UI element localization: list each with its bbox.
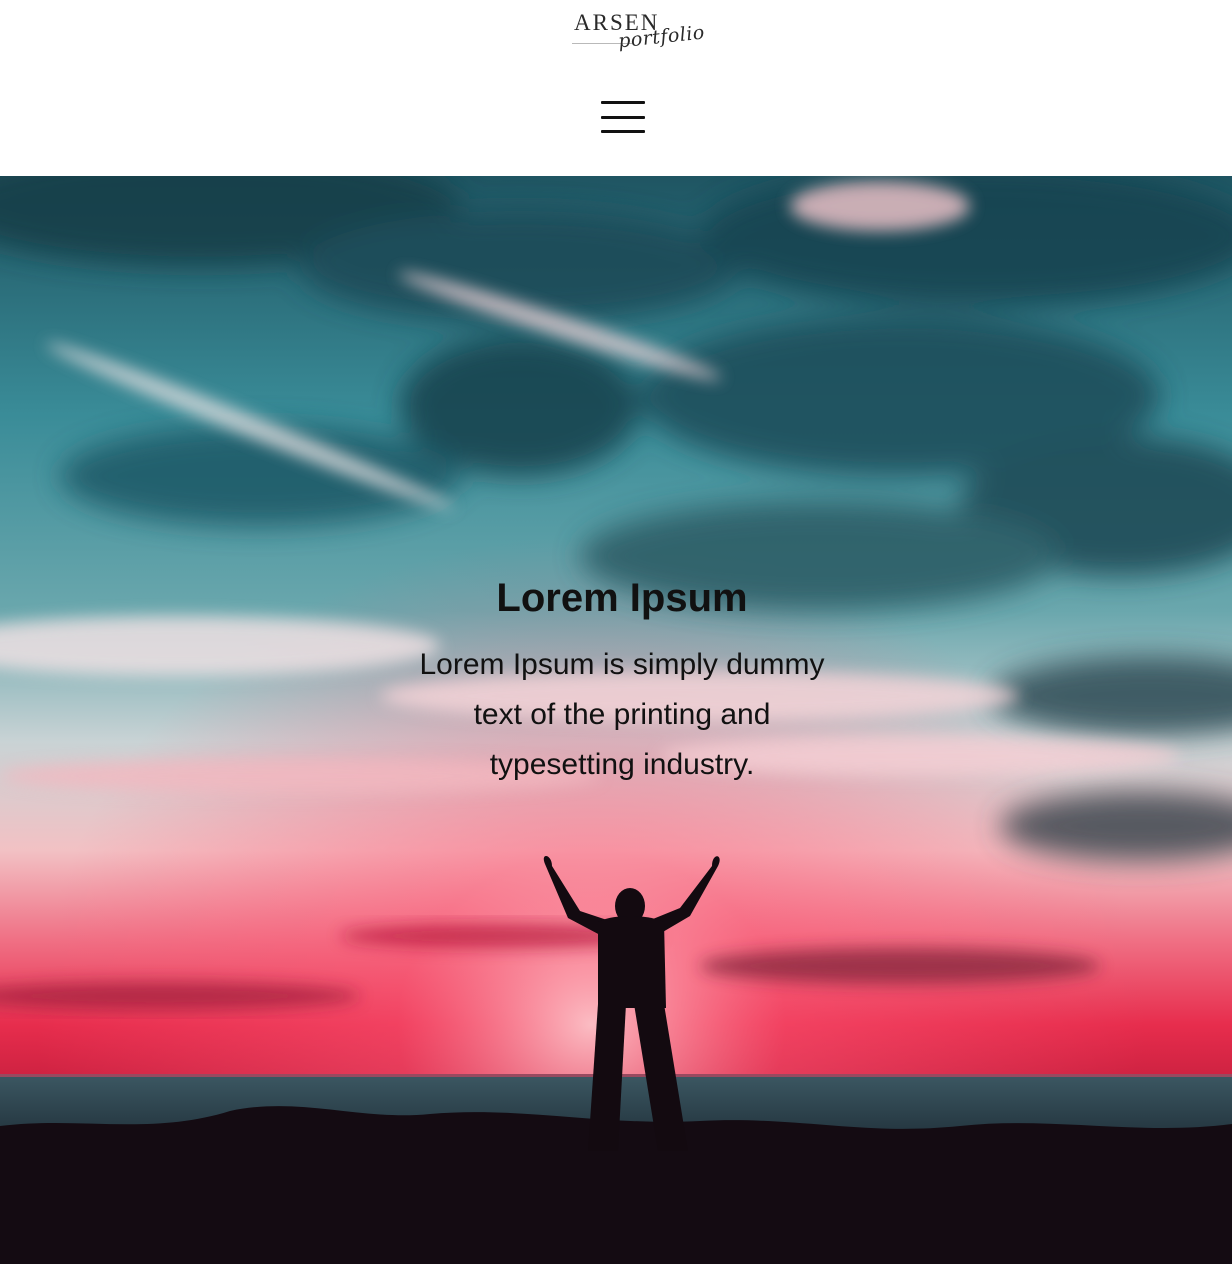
menu-bar-top bbox=[601, 101, 645, 104]
menu-bar-middle bbox=[601, 116, 645, 119]
hero-description: Lorem Ipsum is simply dummy text of the … bbox=[419, 648, 825, 781]
hero-section: Lorem Ipsum Lorem Ipsum is simply dummy … bbox=[0, 176, 1232, 1264]
site-header: ARSEN portfolio bbox=[0, 0, 1232, 176]
hamburger-menu-icon[interactable] bbox=[596, 94, 650, 140]
menu-bar-bottom bbox=[601, 130, 645, 133]
site-logo[interactable]: ARSEN portfolio bbox=[566, 8, 706, 68]
hero-text-block: Lorem Ipsum Lorem Ipsum is simply dummy … bbox=[366, 574, 878, 790]
hero-title: Lorem Ipsum bbox=[496, 576, 748, 620]
